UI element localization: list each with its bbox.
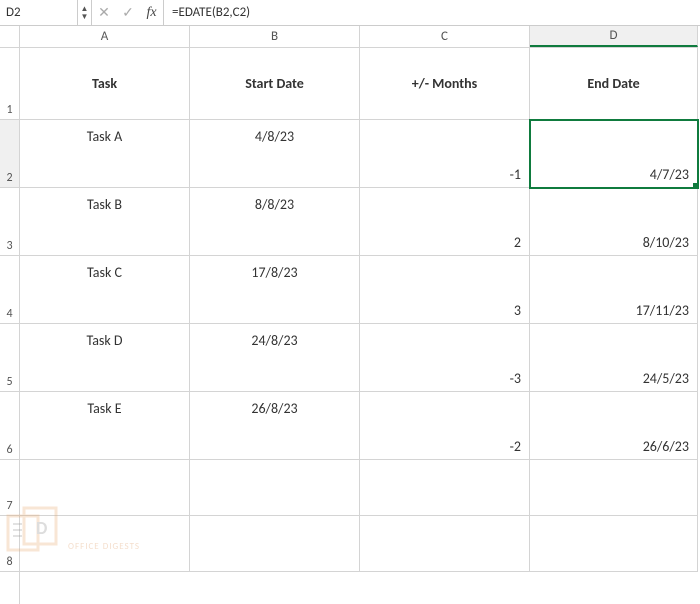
name-box[interactable]: D2 <box>0 0 78 25</box>
cell-empty-8-D[interactable] <box>530 516 698 572</box>
cell-end-4[interactable]: 17/11/23 <box>530 256 698 324</box>
cell-end-6[interactable]: 26/6/23 <box>530 392 698 460</box>
cell-task-3[interactable]: Task B <box>20 188 190 256</box>
row-header-5[interactable]: 5 <box>0 324 19 392</box>
cell-months-5[interactable]: -3 <box>360 324 530 392</box>
cell-empty-7-A[interactable] <box>20 460 190 516</box>
cell-start-4[interactable]: 17/8/23 <box>190 256 360 324</box>
row-header-2[interactable]: 2 <box>0 120 19 188</box>
row-header-4[interactable]: 4 <box>0 256 19 324</box>
formula-input[interactable]: =EDATE(B2,C2) <box>164 0 700 25</box>
column-header-C[interactable]: C <box>360 26 530 47</box>
spinner-down-icon[interactable]: ▼ <box>78 13 91 21</box>
accept-formula-icon[interactable]: ✓ <box>116 0 140 25</box>
cell-end-3[interactable]: 8/10/23 <box>530 188 698 256</box>
row-header-7[interactable]: 7 <box>0 460 19 516</box>
cell-task-4[interactable]: Task C <box>20 256 190 324</box>
row-header-8[interactable]: 8 <box>0 516 19 572</box>
cell-task-6[interactable]: Task E <box>20 392 190 460</box>
cell-task-5[interactable]: Task D <box>20 324 190 392</box>
fx-icon[interactable]: fx <box>140 0 164 25</box>
cell-start-5[interactable]: 24/8/23 <box>190 324 360 392</box>
cancel-formula-icon[interactable]: ✕ <box>92 0 116 25</box>
header-end[interactable]: End Date <box>530 48 698 120</box>
cell-empty-7-C[interactable] <box>360 460 530 516</box>
cell-empty-7-B[interactable] <box>190 460 360 516</box>
select-all-corner[interactable] <box>0 26 20 48</box>
cell-end-5[interactable]: 24/5/23 <box>530 324 698 392</box>
cell-end-2[interactable]: 4/7/23 <box>530 120 698 188</box>
cell-months-6[interactable]: -2 <box>360 392 530 460</box>
header-months[interactable]: +/- Months <box>360 48 530 120</box>
formula-bar: D2 ▲ ▼ ✕ ✓ fx =EDATE(B2,C2) <box>0 0 700 26</box>
cell-empty-8-C[interactable] <box>360 516 530 572</box>
row-header-1[interactable]: 1 <box>0 48 19 120</box>
header-start[interactable]: Start Date <box>190 48 360 120</box>
cell-months-2[interactable]: -1 <box>360 120 530 188</box>
grid-body[interactable]: TaskStart Date+/- MonthsEnd DateTask A4/… <box>20 48 700 604</box>
column-headers: ABCD <box>20 26 698 48</box>
row-header-3[interactable]: 3 <box>0 188 19 256</box>
cell-task-2[interactable]: Task A <box>20 120 190 188</box>
column-header-D[interactable]: D <box>530 26 698 47</box>
cell-start-2[interactable]: 4/8/23 <box>190 120 360 188</box>
row-headers: 12345678 <box>0 48 20 604</box>
cell-empty-8-B[interactable] <box>190 516 360 572</box>
cell-months-3[interactable]: 2 <box>360 188 530 256</box>
cell-months-4[interactable]: 3 <box>360 256 530 324</box>
cell-empty-8-A[interactable] <box>20 516 190 572</box>
column-header-A[interactable]: A <box>20 26 190 47</box>
cell-start-3[interactable]: 8/8/23 <box>190 188 360 256</box>
cell-empty-7-D[interactable] <box>530 460 698 516</box>
column-header-B[interactable]: B <box>190 26 360 47</box>
row-header-6[interactable]: 6 <box>0 392 19 460</box>
name-box-dropdown[interactable]: ▲ ▼ <box>78 0 92 25</box>
header-task[interactable]: Task <box>20 48 190 120</box>
cell-start-6[interactable]: 26/8/23 <box>190 392 360 460</box>
